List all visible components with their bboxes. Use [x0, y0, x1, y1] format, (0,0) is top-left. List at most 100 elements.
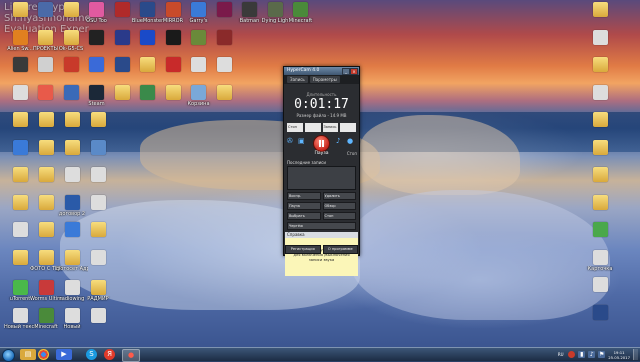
app-icon — [165, 57, 181, 72]
osu-icon — [89, 2, 104, 17]
document-icon — [90, 194, 106, 210]
desktop-icon[interactable] — [208, 84, 240, 101]
app-icon — [90, 139, 106, 155]
network-icon[interactable]: ▮ — [578, 351, 586, 358]
about-button[interactable]: О программе — [322, 245, 358, 254]
desktop-icon[interactable] — [82, 194, 114, 211]
app-icon — [592, 222, 608, 237]
recent-recordings-list[interactable] — [287, 166, 356, 190]
pause-button[interactable] — [313, 135, 330, 152]
desktop-icon[interactable] — [584, 194, 616, 211]
explorer-taskbar-icon[interactable]: ▤ — [20, 349, 36, 360]
tab-record[interactable]: Запись — [287, 76, 308, 83]
hotkey-field[interactable] — [340, 123, 356, 132]
record-tray-icon[interactable] — [568, 351, 576, 358]
game-icon — [267, 2, 283, 17]
app-icon — [63, 57, 79, 72]
webcam-icon[interactable]: ✇ — [287, 138, 295, 145]
desktop-icon[interactable] — [82, 112, 114, 128]
select-button[interactable]: Выбрать — [287, 212, 321, 220]
desktop-icon[interactable] — [584, 2, 616, 18]
game-icon — [114, 2, 130, 17]
folder-icon — [38, 139, 54, 155]
desktop-icon[interactable] — [584, 139, 616, 156]
desktop-icon[interactable] — [584, 277, 616, 293]
browse-button[interactable]: Обзор — [322, 202, 356, 210]
desktop-icon[interactable] — [82, 249, 114, 266]
game-icon — [165, 29, 181, 45]
app-icon — [89, 57, 104, 72]
desktop-icon-label: Корзина — [187, 100, 210, 107]
desktop-icon[interactable] — [82, 167, 114, 183]
pause-action-button[interactable]: Пауза — [287, 202, 321, 210]
screenshot-icon[interactable]: ▣ — [298, 138, 306, 145]
language-indicator[interactable]: RU — [556, 351, 565, 358]
start-button[interactable] — [2, 349, 15, 362]
desktop-icon[interactable] — [82, 222, 114, 238]
play-button[interactable]: Воспр. — [287, 192, 321, 200]
volume-icon[interactable]: ♪ — [588, 351, 596, 358]
draw-button[interactable]: Чертёж — [287, 222, 356, 230]
clock[interactable]: 19:11 25.05.2017 — [608, 350, 630, 360]
desktop-icon-label: OSU Too — [86, 18, 107, 24]
delete-button[interactable]: Удалить — [322, 192, 356, 200]
flag-icon[interactable]: ⚑ — [598, 351, 606, 358]
document-icon — [64, 194, 80, 210]
desktop-icon[interactable] — [584, 167, 616, 183]
folder-icon — [216, 84, 232, 100]
hypercam-taskbar-icon[interactable]: ● — [122, 349, 140, 362]
folder-icon — [38, 112, 54, 127]
desktop-icon[interactable]: Minecraft — [285, 2, 317, 24]
recording-time: 0:01:17 — [294, 97, 349, 112]
folder-icon — [592, 112, 608, 127]
show-desktop-button[interactable] — [633, 349, 638, 360]
folder-icon — [12, 2, 28, 17]
desktop-icon[interactable] — [208, 57, 240, 73]
desktop-icon-label: РАДМИР — [87, 296, 109, 302]
desktop-icon[interactable] — [584, 29, 616, 46]
desktop-icon[interactable]: Карточка — [584, 249, 616, 272]
folder-icon — [114, 84, 130, 100]
recent-list-header: Последние записи — [287, 160, 326, 165]
app-icon — [89, 29, 104, 45]
hotkey-field[interactable]: Стоп — [287, 123, 303, 132]
hotkey-fields: Стоп Запись — [284, 123, 359, 132]
tab-bar: Запись Параметры — [284, 75, 359, 84]
window-titlebar[interactable]: HyperCam 4.0 _ × — [284, 67, 359, 75]
folder-icon — [592, 2, 608, 17]
batman-icon — [242, 2, 257, 17]
desktop-icon[interactable] — [584, 84, 616, 101]
media-player-taskbar-icon[interactable]: ▶ — [56, 349, 72, 360]
desktop-icon[interactable] — [584, 57, 616, 73]
close-button[interactable]: × — [350, 68, 358, 75]
document-icon — [592, 29, 608, 45]
skype-taskbar-icon[interactable]: S — [86, 349, 97, 360]
document-icon — [592, 84, 608, 100]
stop-label[interactable]: Стоп — [347, 151, 357, 156]
register-button[interactable]: Регистрация — [285, 245, 321, 254]
document-icon — [12, 307, 28, 323]
rock-formation — [350, 190, 610, 320]
app-icon — [64, 222, 80, 237]
app-icon — [114, 29, 130, 45]
folder-icon — [38, 167, 54, 182]
hotkey-field[interactable]: Запись — [322, 123, 339, 132]
sound-icon[interactable]: ♪ — [336, 138, 344, 145]
minimize-button[interactable]: _ — [342, 68, 350, 75]
stop-button[interactable]: Стоп — [322, 212, 356, 220]
utorrent-icon — [12, 280, 28, 295]
desktop-icon[interactable] — [584, 304, 616, 321]
desktop-icon[interactable] — [584, 112, 616, 128]
mic-icon[interactable]: ● — [347, 138, 355, 145]
tab-settings[interactable]: Параметры — [309, 76, 340, 83]
desktop-icon[interactable] — [82, 139, 114, 156]
desktop-icon[interactable]: РАДМИР — [82, 280, 114, 302]
desktop-icon[interactable] — [208, 29, 240, 46]
hotkey-field[interactable] — [304, 123, 321, 132]
desktop-icon[interactable] — [584, 222, 616, 238]
desktop-icon[interactable] — [82, 307, 114, 324]
chrome-taskbar-icon[interactable] — [38, 349, 49, 360]
app-icon — [140, 29, 155, 45]
yandex-browser-taskbar-icon[interactable]: Я — [104, 349, 115, 360]
clock-date: 25.05.2017 — [608, 354, 630, 360]
